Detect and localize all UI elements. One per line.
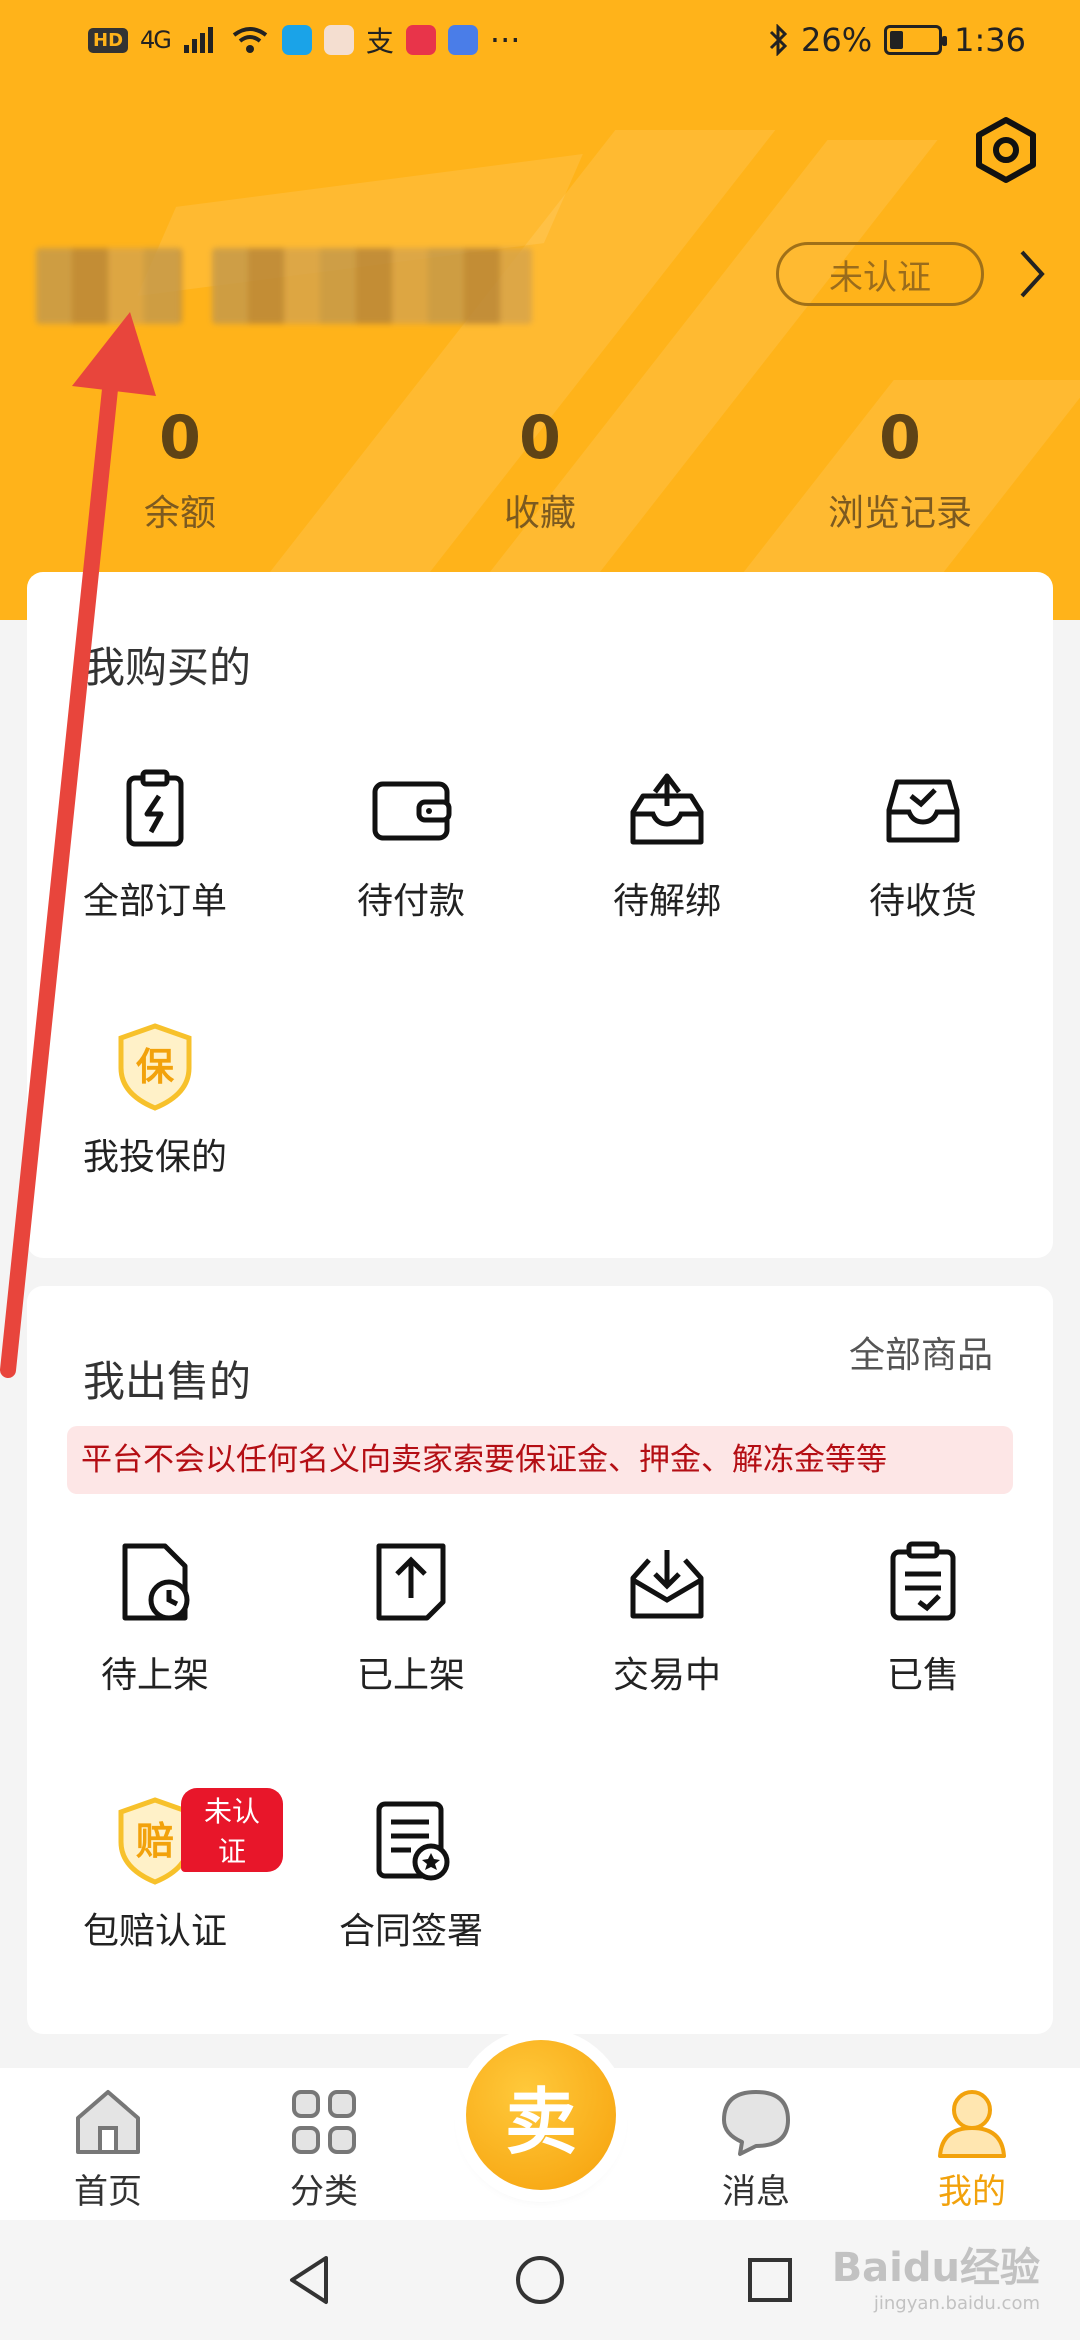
item-label: 待解绑 xyxy=(612,881,721,922)
bluetooth-icon xyxy=(769,24,788,56)
nav-label: 我的 xyxy=(938,2172,1006,2212)
buy-section-title: 我购买的 xyxy=(83,643,252,692)
back-triangle-icon[interactable] xyxy=(278,2248,342,2312)
stat-label: 收藏 xyxy=(503,493,576,534)
contract-icon xyxy=(376,1801,450,1881)
verify-status-pill[interactable]: 未认证 xyxy=(776,242,984,306)
home-circle-icon[interactable] xyxy=(508,2248,572,2312)
recents-square-icon[interactable] xyxy=(738,2248,802,2312)
status-bar: HD 4G 支 ··· 26% 1:36 xyxy=(0,0,1080,80)
more-notifications-icon: ··· xyxy=(489,21,521,59)
security-notice: 平台不会以任何名义向卖家索要保证金、押金、解冻金等等 xyxy=(67,1426,1013,1494)
stats-row: 0 余额 0 收藏 0 浏览记录 xyxy=(0,398,1080,536)
sold-item[interactable]: 已售 xyxy=(795,1536,1051,1698)
compensation-cert-item[interactable]: 赔 未认证 包赔认证 xyxy=(27,1788,283,1954)
nav-home[interactable]: 首页 xyxy=(38,2082,178,2213)
doc-clock-icon xyxy=(122,1543,190,1621)
watermark: Baidu经验 jingyan.baidu.com xyxy=(832,2235,1040,2314)
user-icon xyxy=(938,2090,1006,2158)
pending-payment-item[interactable]: 待付款 xyxy=(283,762,539,924)
item-label: 合同签署 xyxy=(338,1911,483,1952)
sell-button[interactable]: 卖 xyxy=(466,2040,616,2190)
book-app-icon xyxy=(323,25,354,55)
item-label: 全部订单 xyxy=(82,881,227,922)
username-blurred[interactable] xyxy=(36,248,546,324)
system-nav-bar: Baidu经验 jingyan.baidu.com xyxy=(0,2220,1080,2340)
huawei-app-icon xyxy=(405,25,436,55)
hd-indicator: HD xyxy=(88,27,129,53)
buy-section-card: 我购买的 全部订单 待付款 待解绑 待收货 保 我投保的 xyxy=(27,572,1053,1258)
item-label: 包赔认证 xyxy=(82,1911,227,1952)
signal-bars-icon xyxy=(183,27,213,53)
all-orders-item[interactable]: 全部订单 xyxy=(27,762,283,924)
chevron-right-icon[interactable] xyxy=(1012,244,1052,304)
listed-item[interactable]: 已上架 xyxy=(283,1536,539,1698)
item-label: 待上架 xyxy=(100,1655,209,1696)
unverified-badge: 未认证 xyxy=(181,1788,283,1872)
nav-label: 首页 xyxy=(74,2172,142,2212)
svg-text:保: 保 xyxy=(136,1045,175,1089)
item-label: 已上架 xyxy=(356,1655,465,1696)
nav-mine[interactable]: 我的 xyxy=(902,2082,1042,2213)
sell-section-card: 我出售的 全部商品 平台不会以任何名义向卖家索要保证金、押金、解冻金等等 待上架… xyxy=(27,1286,1053,2034)
stat-value: 0 xyxy=(519,403,561,473)
watermark-sub: jingyan.baidu.com xyxy=(873,2293,1040,2314)
stat-value: 0 xyxy=(159,403,201,473)
doc-upload-icon xyxy=(376,1543,446,1621)
nav-label: 分类 xyxy=(290,2172,358,2212)
settings-button[interactable] xyxy=(968,112,1044,188)
stat-label: 浏览记录 xyxy=(827,493,972,534)
home-icon xyxy=(76,2090,140,2154)
shield-bao-icon: 保 xyxy=(118,1023,192,1111)
pending-unbind-item[interactable]: 待解绑 xyxy=(539,762,795,924)
sell-section-title: 我出售的 xyxy=(83,1357,252,1406)
grid-icon xyxy=(292,2090,356,2154)
inbox-up-icon xyxy=(630,773,704,845)
all-products-link[interactable]: 全部商品 xyxy=(849,1326,993,1378)
battery-percent: 26% xyxy=(801,21,873,59)
stat-balance[interactable]: 0 余额 xyxy=(0,398,360,536)
item-label: 交易中 xyxy=(612,1655,721,1696)
signal-icon: 4G xyxy=(140,26,172,54)
stat-history[interactable]: 0 浏览记录 xyxy=(720,398,1080,536)
battery-icon xyxy=(884,25,948,55)
item-label: 已售 xyxy=(886,1655,959,1696)
inbox-download-icon xyxy=(630,1550,704,1619)
stat-label: 余额 xyxy=(143,493,216,534)
nav-messages[interactable]: 消息 xyxy=(686,2082,826,2213)
item-label: 我投保的 xyxy=(82,1137,227,1178)
contract-sign-item[interactable]: 合同签署 xyxy=(283,1792,539,1954)
stat-value: 0 xyxy=(879,403,921,473)
svg-text:赔: 赔 xyxy=(136,1819,174,1863)
clipboard-check-icon xyxy=(890,1541,956,1621)
alipay-app-icon: 支 xyxy=(365,25,394,58)
trading-item[interactable]: 交易中 xyxy=(539,1536,795,1698)
chat-bubble-icon xyxy=(722,2090,790,2156)
clipboard-bolt-icon xyxy=(126,769,184,847)
my-insured-item[interactable]: 保 我投保的 xyxy=(27,1018,283,1180)
item-label: 待收货 xyxy=(868,881,977,922)
music-app-icon xyxy=(447,25,478,55)
wallet-icon xyxy=(372,781,452,841)
nav-category[interactable]: 分类 xyxy=(254,2082,394,2213)
inbox-check-icon xyxy=(886,779,960,843)
pending-receipt-item[interactable]: 待收货 xyxy=(795,762,1051,924)
settings-hex-icon xyxy=(976,117,1036,183)
wifi-icon xyxy=(232,27,268,53)
stat-favorites[interactable]: 0 收藏 xyxy=(360,398,720,536)
profile-header: HD 4G 支 ··· 26% 1:36 未认证 0 余额 0 收藏 0 浏览记… xyxy=(0,0,1080,620)
search-app-icon xyxy=(281,25,312,55)
watermark-main: Baidu经验 xyxy=(831,2245,1040,2291)
item-label: 待付款 xyxy=(356,881,465,922)
clock: 1:36 xyxy=(954,21,1026,59)
nav-label: 消息 xyxy=(722,2172,790,2212)
pending-listing-item[interactable]: 待上架 xyxy=(27,1536,283,1698)
